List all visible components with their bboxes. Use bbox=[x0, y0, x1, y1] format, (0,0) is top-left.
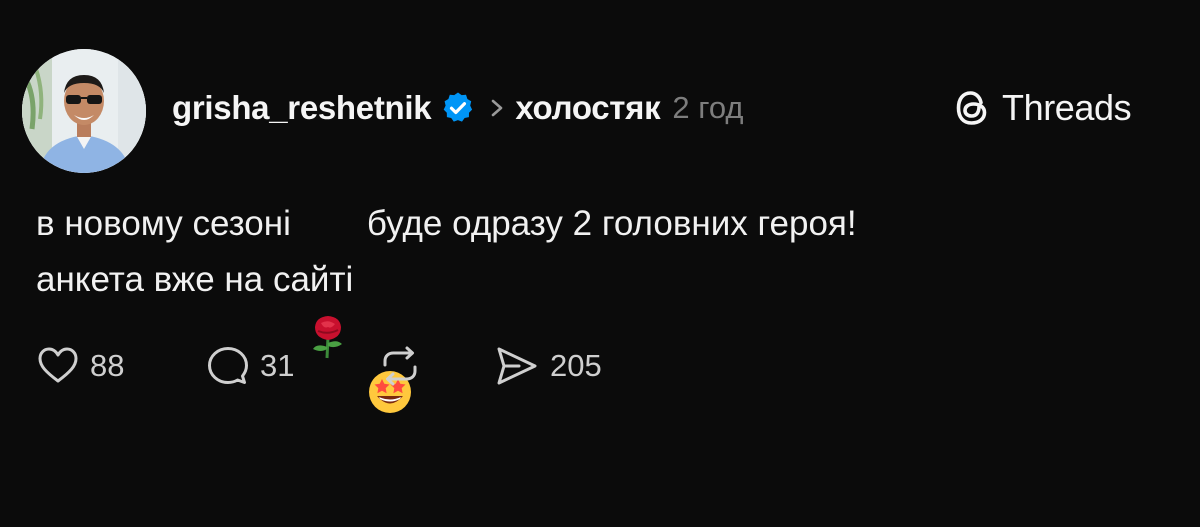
threads-post: grisha_reshetnik холостяк 2 год Threads … bbox=[0, 0, 1200, 419]
verified-badge-icon bbox=[441, 91, 475, 125]
avatar-image bbox=[22, 49, 146, 173]
post-body: в новому сезоні буде одразу 2 головних г… bbox=[36, 196, 1156, 413]
post-time: 2 год bbox=[672, 90, 744, 125]
comment-bubble-icon bbox=[208, 347, 248, 384]
repost-button[interactable] bbox=[376, 344, 494, 388]
post-text: в новому сезоні bbox=[36, 204, 291, 243]
post-body-line-1: в новому сезоні буде одразу 2 головних г… bbox=[36, 196, 1156, 359]
post-body-line-2: анкета вже на сайті bbox=[36, 252, 1156, 413]
username[interactable]: grisha_reshetnik bbox=[172, 89, 432, 127]
post-text: анкета вже на сайті bbox=[36, 260, 354, 299]
repost-icon bbox=[383, 346, 417, 386]
share-button[interactable]: 205 bbox=[494, 344, 602, 388]
star-struck-emoji-icon bbox=[367, 257, 413, 413]
comment-button[interactable]: 31 bbox=[206, 344, 376, 388]
rose-emoji-icon bbox=[305, 201, 351, 359]
post-text: буде одразу 2 головних героя! bbox=[366, 204, 857, 243]
share-count: 205 bbox=[550, 348, 602, 383]
post-header: grisha_reshetnik холостяк 2 год bbox=[172, 82, 743, 134]
like-count: 88 bbox=[90, 348, 125, 383]
share-send-icon bbox=[497, 347, 537, 385]
chevron-right-icon bbox=[489, 97, 505, 119]
threads-logo-icon bbox=[952, 87, 992, 129]
heart-icon bbox=[38, 347, 78, 383]
comment-count: 31 bbox=[260, 348, 295, 383]
post-actions: 88 31 205 bbox=[36, 344, 602, 388]
threads-brand: Threads bbox=[952, 82, 1132, 134]
threads-wordmark: Threads bbox=[1002, 87, 1132, 128]
avatar[interactable] bbox=[22, 49, 146, 173]
community-tag[interactable]: холостяк bbox=[515, 89, 660, 127]
like-button[interactable]: 88 bbox=[36, 344, 206, 388]
